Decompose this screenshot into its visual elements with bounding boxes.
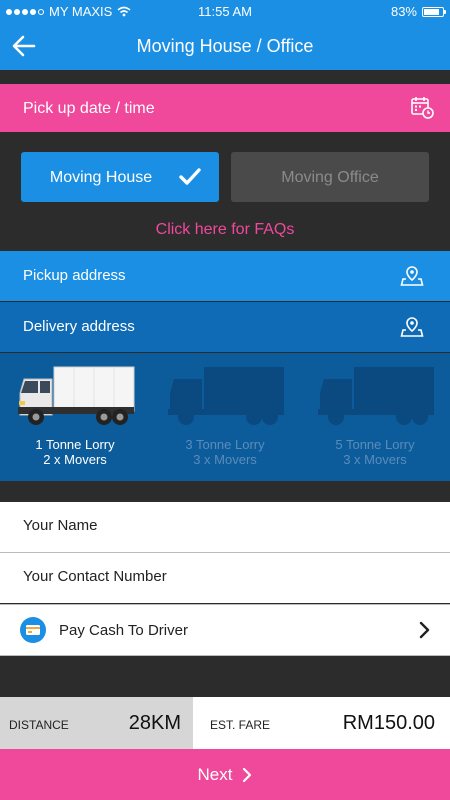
faq-link[interactable]: Click here for FAQs — [0, 221, 450, 239]
vehicle-selector: 1 Tonne Lorry 2 x Movers 3 Tonne Lorry 3… — [0, 353, 450, 481]
pickup-address-label: Pickup address — [23, 267, 126, 284]
contact-number-input[interactable] — [23, 568, 423, 585]
pickup-date-row[interactable]: Pick up date / time — [0, 84, 450, 132]
vehicle-name: 1 Tonne Lorry — [35, 437, 115, 452]
fare-caption: EST. FARE — [210, 718, 271, 732]
vehicle-movers: 3 x Movers — [343, 452, 407, 467]
chevron-right-icon — [243, 767, 252, 783]
calendar-clock-icon — [411, 97, 434, 119]
vehicle-option-5-tonne[interactable]: 5 Tonne Lorry 3 x Movers — [300, 353, 450, 481]
distance-caption: DISTANCE — [9, 718, 69, 732]
clock-time: 11:55 AM — [198, 4, 252, 19]
tab-moving-house[interactable]: Moving House — [21, 152, 219, 202]
battery-percent: 83% — [390, 4, 417, 19]
vehicle-name: 3 Tonne Lorry — [185, 437, 265, 452]
fare-panel: EST. FARE RM150.00 — [193, 697, 450, 749]
name-input[interactable] — [23, 517, 423, 534]
map-pin-icon — [400, 317, 424, 337]
fare-summary: DISTANCE 28KM EST. FARE RM150.00 — [0, 697, 450, 749]
vehicle-movers: 3 x Movers — [193, 452, 257, 467]
battery-icon — [422, 6, 446, 17]
lorry-1-tonne-icon — [18, 366, 135, 425]
next-button[interactable]: Next — [0, 749, 450, 800]
delivery-address-field[interactable]: Delivery address — [0, 302, 450, 352]
vehicle-name: 5 Tonne Lorry — [335, 437, 415, 452]
vehicle-option-1-tonne[interactable]: 1 Tonne Lorry 2 x Movers — [0, 353, 150, 481]
vehicle-option-3-tonne[interactable]: 3 Tonne Lorry 3 x Movers — [150, 353, 300, 481]
tab-moving-office[interactable]: Moving Office — [231, 152, 429, 202]
divider — [0, 655, 450, 656]
lorry-5-tonne-icon — [318, 367, 434, 425]
pickup-address-field[interactable]: Pickup address — [0, 251, 450, 301]
tab-moving-office-label: Moving Office — [281, 169, 379, 186]
distance-value: 28KM — [128, 712, 181, 734]
divider — [0, 552, 450, 553]
vehicle-movers: 2 x Movers — [43, 452, 107, 467]
app-header: Moving House / Office — [0, 22, 450, 70]
page-title: Moving House / Office — [136, 36, 314, 56]
delivery-address-label: Delivery address — [23, 318, 135, 335]
map-pin-icon — [400, 266, 424, 286]
check-icon — [179, 168, 201, 185]
battery-level-fill — [424, 8, 439, 15]
status-bar: MY MAXIS 11:55 AM 83% — [0, 0, 450, 22]
pickup-date-label: Pick up date / time — [23, 100, 155, 117]
contact-field-row — [0, 553, 450, 603]
payment-method-row[interactable]: Pay Cash To Driver — [0, 605, 450, 655]
next-button-label: Next — [197, 765, 233, 784]
tab-moving-house-label: Moving House — [49, 169, 153, 186]
distance-panel: DISTANCE 28KM — [0, 697, 193, 749]
name-field-row — [0, 502, 450, 552]
lorry-3-tonne-icon — [168, 367, 284, 425]
fare-value: RM150.00 — [342, 712, 435, 734]
payment-method-label: Pay Cash To Driver — [59, 622, 188, 639]
credit-card-icon — [20, 617, 46, 643]
chevron-right-icon — [419, 621, 430, 639]
